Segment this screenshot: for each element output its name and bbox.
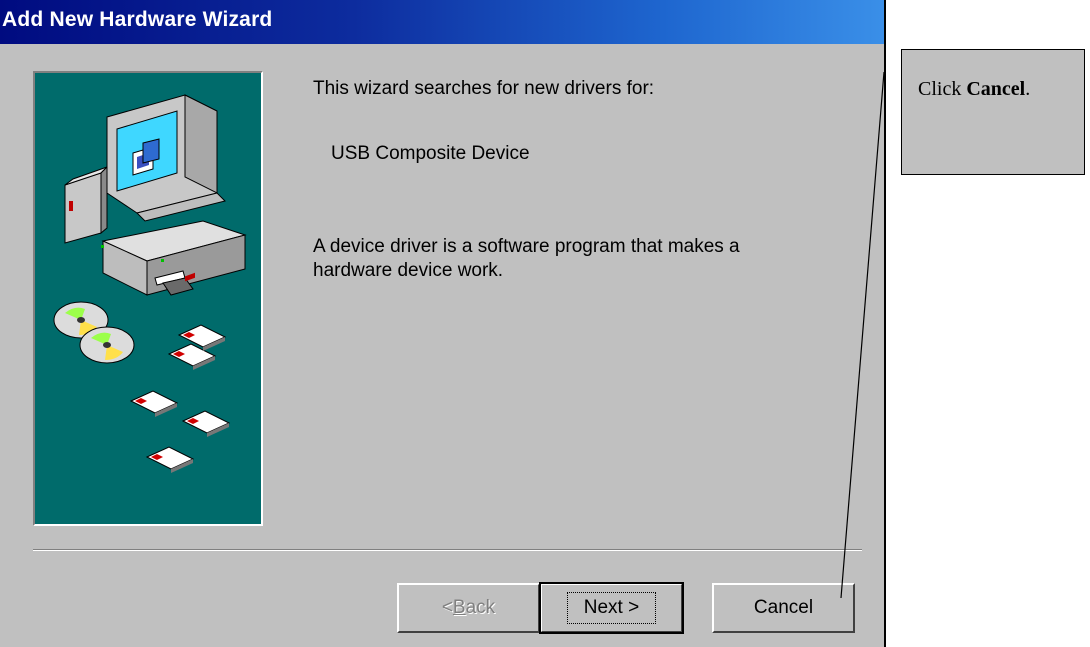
floppy-disk-icon xyxy=(129,272,231,473)
wizard-illustration xyxy=(53,94,247,473)
callout-text-before: Click xyxy=(918,78,967,100)
window-title: Add New Hardware Wizard xyxy=(2,8,273,31)
description-line-1: A device driver is a software program th… xyxy=(313,236,740,257)
intro-text: This wizard searches for new drivers for… xyxy=(313,78,655,99)
button-separator xyxy=(33,549,862,551)
description-line-2: hardware device work. xyxy=(313,260,504,281)
callout-text-after: . xyxy=(1025,78,1031,100)
cancel-button-label: Cancel xyxy=(753,597,814,618)
wizard-dialog: Add New Hardware Wizard This wizard sear… xyxy=(0,0,886,647)
callout-text: Click Cancel. xyxy=(918,78,1030,101)
back-button-rest: ack xyxy=(465,597,496,618)
callout-text-bold: Cancel xyxy=(966,78,1026,100)
title-bar[interactable]: Add New Hardware Wizard xyxy=(0,0,884,44)
back-button-mnemonic: B xyxy=(452,597,466,618)
next-button[interactable]: Next > xyxy=(539,582,684,634)
cancel-button[interactable]: Cancel xyxy=(712,583,855,633)
cd-disc-icon xyxy=(53,301,135,364)
device-name: USB Composite Device xyxy=(331,143,530,164)
next-button-label: Next > xyxy=(566,592,657,624)
back-button-prefix: < xyxy=(441,597,453,618)
back-button[interactable]: < Back xyxy=(397,583,540,633)
computer-icon xyxy=(64,94,247,296)
instruction-callout: Click Cancel. xyxy=(901,49,1085,175)
wizard-side-panel xyxy=(33,71,263,526)
